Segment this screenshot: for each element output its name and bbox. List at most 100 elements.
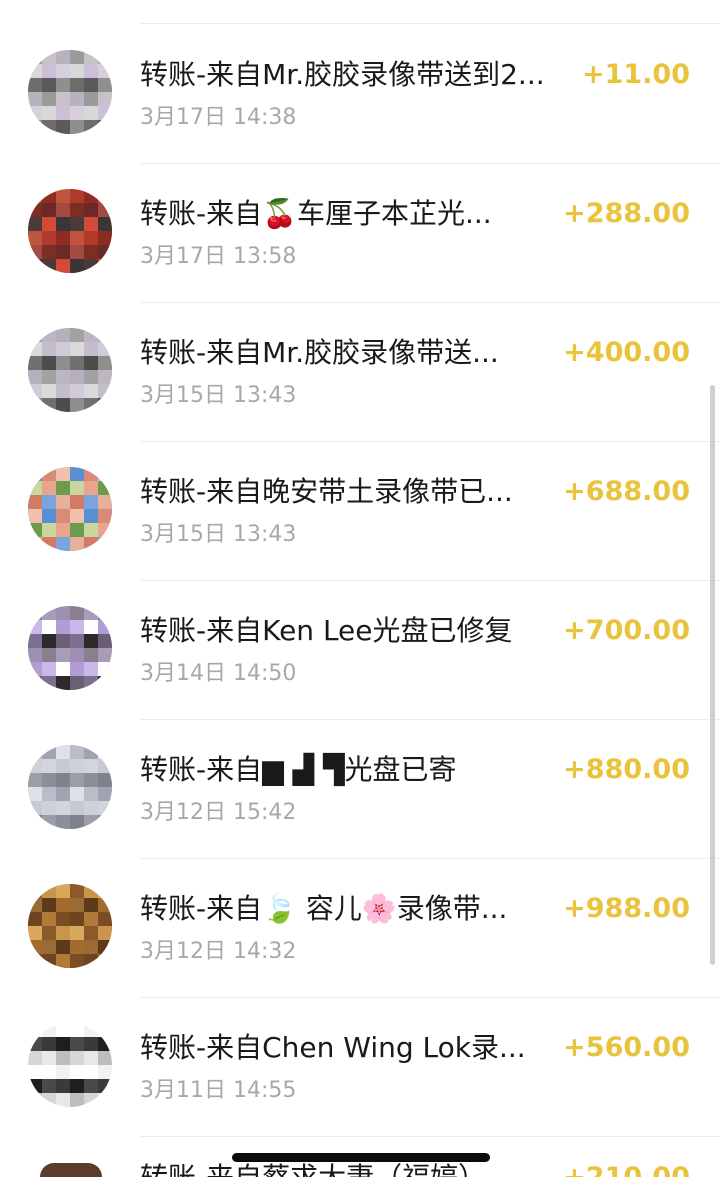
avatar-pixel — [98, 940, 112, 954]
transaction-row[interactable]: 转账-来自Mr.胶胶录像带送到2... 3月17日 14:38 +11.00 — [0, 25, 720, 164]
avatar-pixel — [70, 759, 84, 773]
avatar-pixel — [98, 648, 112, 662]
transaction-row[interactable]: 转账-来自Ken Lee光盘已修复 3月14日 14:50 +700.00 — [0, 581, 720, 720]
avatar-pixel — [98, 537, 112, 551]
avatar-pixel — [42, 384, 56, 398]
avatar-pixel — [28, 467, 42, 481]
avatar-pixel — [84, 64, 98, 78]
home-indicator[interactable] — [232, 1153, 490, 1162]
avatar-pixel — [84, 773, 98, 787]
avatar-pixel — [98, 509, 112, 523]
avatar-pixel — [98, 384, 112, 398]
avatar-pixel — [28, 815, 42, 829]
avatar — [40, 1163, 102, 1177]
avatar-pixel — [28, 773, 42, 787]
avatar-pixel — [42, 467, 56, 481]
avatar-pixel — [98, 523, 112, 537]
avatar-pixel — [84, 745, 98, 759]
avatar-pixel — [42, 954, 56, 968]
avatar-pixel — [28, 189, 42, 203]
avatar-pixel — [70, 523, 84, 537]
avatar-pixel — [84, 356, 98, 370]
avatar-pixel — [28, 787, 42, 801]
avatar-pixel — [42, 606, 56, 620]
avatar-pixel — [84, 50, 98, 64]
avatar-pixel — [42, 801, 56, 815]
avatar-pixel — [84, 495, 98, 509]
avatar-pixel — [98, 676, 112, 690]
avatar-pixel — [42, 745, 56, 759]
avatar-pixel — [98, 1093, 112, 1107]
avatar-pixel — [28, 912, 42, 926]
avatar-pixel — [70, 1093, 84, 1107]
avatar-pixel — [84, 676, 98, 690]
avatar-pixel — [70, 801, 84, 815]
avatar-pixel — [84, 1023, 98, 1037]
avatar-pixel — [70, 662, 84, 676]
avatar-pixel — [56, 467, 70, 481]
transaction-time: 3月15日 13:43 — [140, 522, 297, 547]
avatar-pixel — [98, 78, 112, 92]
avatar-pixel — [70, 64, 84, 78]
avatar-pixel — [98, 787, 112, 801]
avatar-pixel — [84, 259, 98, 273]
transaction-title: 转账-来自🍃 容儿🌸录像带... — [140, 892, 508, 925]
transaction-row[interactable]: 转账-来自🍃 容儿🌸录像带... 3月12日 14:32 +988.00 — [0, 859, 720, 998]
avatar-pixel — [42, 648, 56, 662]
avatar-pixel — [56, 926, 70, 940]
avatar-pixel — [28, 648, 42, 662]
avatar-pixel — [56, 217, 70, 231]
scrollbar[interactable] — [710, 385, 715, 965]
avatar-pixel — [56, 634, 70, 648]
avatar-pixel — [28, 217, 42, 231]
avatar-pixel — [70, 189, 84, 203]
avatar-pixel — [70, 606, 84, 620]
avatar-pixel — [70, 620, 84, 634]
transaction-row[interactable]: 转账-来自Chen Wing Lok录... 3月11日 14:55 +560.… — [0, 998, 720, 1137]
avatar-pixel — [98, 884, 112, 898]
transaction-row[interactable]: 转账-来自🍒车厘子本芷光... 3月17日 13:58 +288.00 — [0, 164, 720, 303]
avatar-pixel — [42, 370, 56, 384]
avatar-pixel — [56, 495, 70, 509]
avatar-pixel — [28, 384, 42, 398]
transaction-row[interactable]: 转账-来自晚安带土录像带已... 3月15日 13:43 +688.00 — [0, 442, 720, 581]
avatar-pixel — [84, 217, 98, 231]
avatar-pixel — [56, 815, 70, 829]
avatar-pixel — [56, 342, 70, 356]
avatar-pixel — [70, 92, 84, 106]
avatar-pixel — [42, 342, 56, 356]
avatar-pixel — [28, 92, 42, 106]
avatar-pixel — [56, 884, 70, 898]
avatar-pixel — [42, 481, 56, 495]
avatar-pixel — [56, 78, 70, 92]
avatar-pixel — [98, 203, 112, 217]
avatar-pixel — [84, 92, 98, 106]
avatar-pixel — [28, 509, 42, 523]
avatar-pixel — [70, 898, 84, 912]
transaction-time: 3月14日 14:50 — [140, 661, 297, 686]
avatar-pixel — [70, 231, 84, 245]
avatar-pixel — [28, 676, 42, 690]
transaction-title: 转账-来自🍒车厘子本芷光... — [140, 197, 492, 230]
avatar-pixel — [84, 1065, 98, 1079]
avatar-pixel — [56, 259, 70, 273]
avatar-pixel — [42, 940, 56, 954]
avatar-pixel — [42, 106, 56, 120]
avatar-pixel — [98, 606, 112, 620]
avatar-pixel — [98, 328, 112, 342]
avatar-pixel — [70, 745, 84, 759]
avatar-pixel — [42, 773, 56, 787]
transaction-row[interactable]: 转账-来自▆ ▟ ▜光盘已寄 3月12日 15:42 +880.00 — [0, 720, 720, 859]
transaction-time: 3月17日 14:38 — [140, 105, 297, 130]
avatar-pixel — [42, 120, 56, 134]
avatar-pixel — [28, 50, 42, 64]
avatar-pixel — [56, 662, 70, 676]
avatar-pixel — [28, 662, 42, 676]
avatar-pixel — [70, 509, 84, 523]
transaction-row[interactable]: 转账-来自Mr.胶胶录像带送... 3月15日 13:43 +400.00 — [0, 303, 720, 442]
avatar — [28, 1023, 112, 1107]
avatar-pixel — [56, 328, 70, 342]
avatar-pixel — [70, 1037, 84, 1051]
avatar-pixel — [56, 203, 70, 217]
avatar-pixel — [28, 1079, 42, 1093]
